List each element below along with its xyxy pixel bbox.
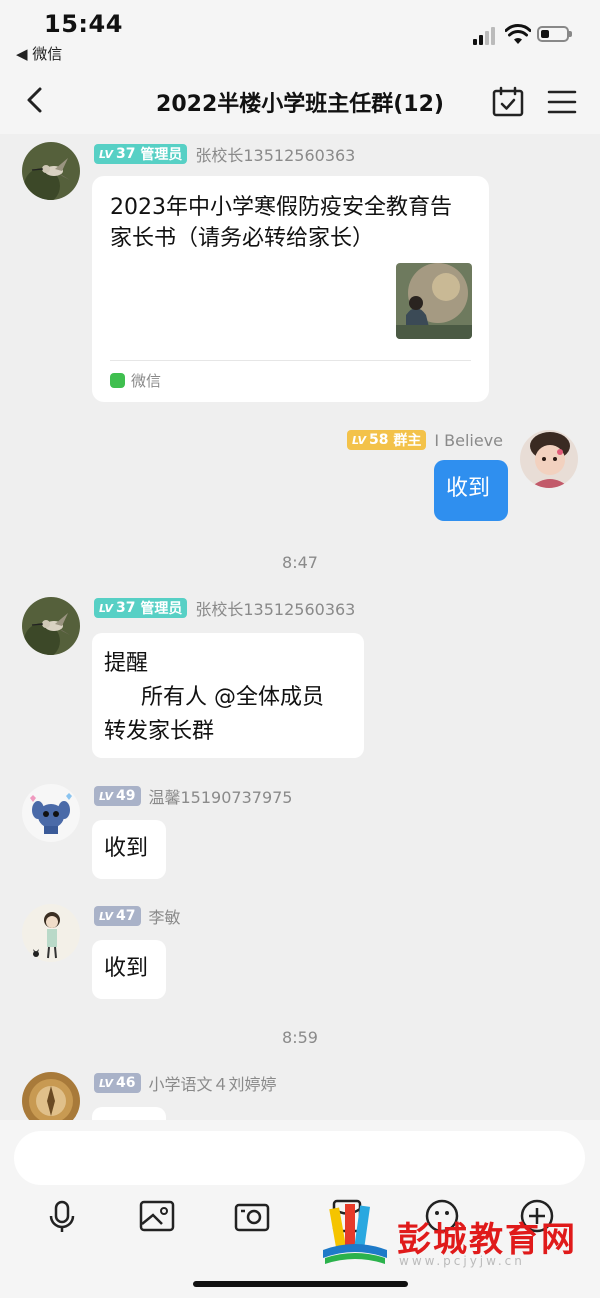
own-message-bubble[interactable]: 收到 — [434, 460, 508, 521]
message-bubble[interactable] — [92, 1107, 166, 1120]
message-line: 转发家长群 — [104, 719, 215, 744]
menu-icon[interactable] — [546, 88, 578, 116]
admin-badge: LV 37 管理员 — [94, 598, 188, 618]
compass-avatar-icon — [22, 1072, 80, 1120]
image-icon[interactable] — [137, 1196, 177, 1236]
wechat-icon — [110, 373, 125, 388]
message-meta: LV 58 群主 I Believe — [346, 429, 503, 451]
member-badge: LV 47 — [94, 906, 141, 926]
sender-name[interactable]: I Believe — [434, 431, 503, 450]
sender-name[interactable]: 李敏 — [149, 904, 181, 928]
owner-badge: LV 58 群主 — [346, 430, 427, 450]
sender-name[interactable]: 温馨15190737975 — [149, 784, 293, 808]
cartoon-avatar-icon — [22, 784, 80, 842]
avatar-own[interactable] — [520, 430, 578, 488]
chat-header: 2022半楼小学班主任群(12) — [0, 68, 600, 134]
message-bubble[interactable]: 收到 — [92, 940, 166, 999]
child-avatar-icon — [520, 430, 578, 488]
voice-icon[interactable] — [42, 1196, 82, 1236]
message-bubble[interactable]: 收到 — [92, 820, 166, 879]
message-meta: LV 46 小学语文４刘婷婷 — [94, 1072, 277, 1094]
avatar-li-min[interactable] — [22, 904, 80, 962]
member-badge: LV 49 — [94, 786, 141, 806]
admin-badge: LV 37 管理员 — [94, 144, 188, 164]
message-meta: LV 49 温馨15190737975 — [94, 785, 292, 807]
avatar-compass[interactable] — [22, 1072, 80, 1120]
chat-message-list[interactable]: LV 37 管理员 张校长13512560363 2023年中小学寒假防疫安全教育… — [0, 134, 600, 1120]
article-thumbnail — [396, 263, 472, 339]
avatar-hummingbird[interactable] — [22, 597, 80, 655]
signal-icon — [473, 27, 499, 45]
article-title: 2023年中小学寒假防疫安全教育告家长书（请务必转给家长） — [110, 195, 452, 251]
home-indicator[interactable] — [193, 1281, 408, 1287]
card-source: 微信 — [110, 370, 161, 391]
message-bubble[interactable]: 提醒 所有人 @全体成员 转发家长群 — [92, 633, 364, 758]
timestamp: 8:47 — [282, 553, 318, 572]
back-to-app-link[interactable]: ◀ 微信 — [16, 43, 62, 64]
message-input[interactable] — [14, 1131, 585, 1185]
member-badge: LV 46 — [94, 1073, 141, 1093]
avatar-hummingbird[interactable] — [22, 142, 80, 200]
camera-icon[interactable] — [232, 1196, 272, 1236]
status-time: 15:44 — [44, 10, 123, 38]
watermark-url: www.pcjyjw.cn — [399, 1254, 525, 1268]
message-line: 提醒 — [104, 651, 149, 676]
calendar-check-icon[interactable] — [491, 86, 525, 118]
status-bar: 15:44 ◀ 微信 — [0, 0, 600, 68]
watermark-logo-icon — [323, 1204, 387, 1264]
sender-name[interactable]: 张校长13512560363 — [195, 596, 355, 620]
illustration-avatar-icon — [22, 904, 80, 962]
message-meta: LV 47 李敏 — [94, 905, 181, 927]
message-meta: LV 37 管理员 张校长13512560363 — [94, 597, 355, 619]
hummingbird-avatar-icon — [22, 142, 80, 200]
card-divider — [110, 360, 471, 361]
timestamp: 8:59 — [282, 1028, 318, 1047]
sender-name[interactable]: 小学语文４刘婷婷 — [149, 1071, 277, 1095]
battery-icon — [537, 26, 572, 42]
article-card[interactable]: 2023年中小学寒假防疫安全教育告家长书（请务必转给家长） 微信 — [92, 176, 489, 402]
hummingbird-avatar-icon — [22, 597, 80, 655]
message-line: 所有人 @全体成员 — [141, 685, 324, 710]
sender-name[interactable]: 张校长13512560363 — [195, 142, 355, 166]
watermark: 彭城教育网 www.pcjyjw.cn — [315, 1198, 585, 1278]
wifi-icon — [505, 24, 531, 44]
message-meta: LV 37 管理员 张校长13512560363 — [94, 143, 355, 165]
avatar-stitch[interactable] — [22, 784, 80, 842]
